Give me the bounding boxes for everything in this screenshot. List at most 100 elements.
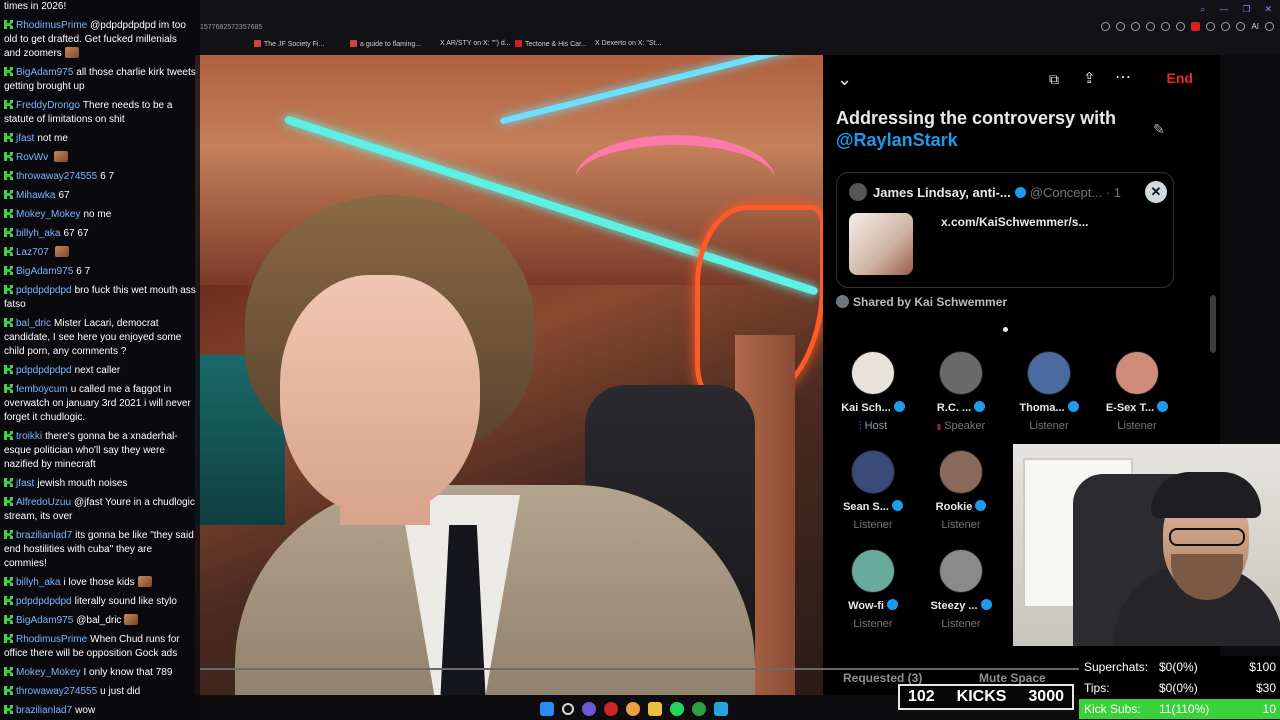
- bookmark-3[interactable]: Tectone & His Car...: [515, 40, 587, 52]
- mention-link[interactable]: @RaylanStark: [836, 129, 1156, 151]
- chrome-icon[interactable]: [626, 702, 640, 716]
- maximize-icon[interactable]: ❐: [1242, 4, 1250, 15]
- chat-username[interactable]: Mokey_Mokey: [16, 209, 80, 220]
- emote-icon: [124, 614, 139, 625]
- chat-username[interactable]: BigAdam975: [16, 67, 73, 78]
- menu-icon[interactable]: [1265, 22, 1274, 31]
- chat-username[interactable]: brazilianlad7: [16, 530, 72, 541]
- share-icon[interactable]: ⇪: [1083, 69, 1096, 87]
- spotify-icon[interactable]: [670, 702, 684, 716]
- pinned-post-card[interactable]: James Lindsay, anti-... @Concept... · 1 x…: [836, 172, 1174, 288]
- dock-icon[interactable]: ⧉: [1049, 71, 1059, 88]
- participant[interactable]: Thoma... Listener: [1004, 351, 1094, 432]
- folder-icon[interactable]: [648, 702, 662, 716]
- chat-username[interactable]: RhodimusPrime: [16, 20, 87, 31]
- video-progress-bar[interactable]: [200, 668, 1080, 670]
- chat-message: bal_dric Mister Lacari, democrat candidat…: [4, 317, 196, 359]
- close-icon[interactable]: ✕: [1145, 181, 1167, 203]
- avatar: [939, 450, 983, 494]
- requested-button[interactable]: Requested (3): [843, 671, 922, 685]
- chat-username[interactable]: Mokey_Mokey: [16, 667, 80, 678]
- xbox-icon[interactable]: [692, 702, 706, 716]
- edit-icon[interactable]: ✎: [1153, 121, 1165, 138]
- chevron-down-icon[interactable]: ⌄: [837, 69, 852, 90]
- browser-toolbar: 1577682572357685 The JF Society Fi... a …: [200, 0, 1280, 55]
- extension-icon[interactable]: [1176, 22, 1186, 31]
- bookmark-2[interactable]: X AR/STY on X: "") d...: [440, 40, 511, 52]
- chat-username[interactable]: RovWv: [16, 152, 48, 163]
- extension-icon[interactable]: [1236, 22, 1246, 31]
- extension-icons: AI: [1101, 22, 1274, 34]
- participant[interactable]: Rookie Listener: [916, 450, 1006, 531]
- participant[interactable]: E-Sex T... Listener: [1092, 351, 1182, 432]
- participant[interactable]: Steezy ... Listener: [916, 549, 1006, 630]
- chat-message: jfast not me: [4, 132, 196, 146]
- participant[interactable]: Sean S... Listener: [828, 450, 918, 531]
- minimize-icon[interactable]: —: [1219, 4, 1228, 15]
- chat-username[interactable]: pdpdpdpdpd: [16, 596, 72, 607]
- close-icon[interactable]: ✕: [1264, 4, 1272, 15]
- windows-start-icon[interactable]: [540, 702, 554, 716]
- extension-icon[interactable]: [1161, 22, 1171, 31]
- extension-icon[interactable]: [1191, 22, 1201, 31]
- chat-message: brazilianlad7 wow: [4, 704, 196, 718]
- participant[interactable]: R.C. ... Speaker: [916, 351, 1006, 432]
- chat-username[interactable]: billyh_aka: [16, 577, 60, 588]
- telegram-icon[interactable]: [714, 702, 728, 716]
- post-thumbnail[interactable]: [849, 213, 913, 275]
- search-icon[interactable]: ⌕: [1200, 4, 1205, 15]
- chat-username[interactable]: throwaway274555: [16, 171, 97, 182]
- chat-username[interactable]: throwaway274555: [16, 686, 97, 697]
- address-bar[interactable]: 1577682572357685: [200, 24, 262, 31]
- chat-username[interactable]: Mihawka: [16, 190, 55, 201]
- ai-button[interactable]: AI: [1251, 22, 1259, 31]
- heart-icon[interactable]: [1221, 22, 1231, 31]
- kick-badge-icon: [4, 667, 13, 676]
- post-link[interactable]: x.com/KaiSchwemmer/s...: [941, 215, 1088, 229]
- search-icon[interactable]: [562, 703, 574, 715]
- chat-username[interactable]: BigAdam975: [16, 615, 73, 626]
- main-video: [195, 55, 827, 695]
- chat-username[interactable]: brazilianlad7: [16, 705, 72, 716]
- extension-icon[interactable]: [1206, 22, 1216, 31]
- end-space-button[interactable]: End: [1167, 70, 1193, 86]
- extension-icon[interactable]: [1116, 22, 1126, 31]
- chat-username[interactable]: jfast: [16, 478, 34, 489]
- webcam-feed: [1013, 444, 1280, 646]
- bookmark-4[interactable]: X Dexerto on X: "St...: [595, 40, 661, 52]
- chat-username[interactable]: Laz707: [16, 247, 49, 258]
- chat-text: times in 2026!: [4, 1, 67, 12]
- kick-badge-icon: [4, 209, 13, 218]
- chat-text: no me: [83, 209, 112, 220]
- verified-icon: [891, 500, 903, 511]
- extension-icon[interactable]: [1146, 22, 1156, 31]
- chat-username[interactable]: FreddyDrongo: [16, 100, 80, 111]
- chat-username[interactable]: AlfredoUzuu: [16, 497, 71, 508]
- kick-badge-icon: [4, 67, 13, 76]
- kick-badge-icon: [4, 615, 13, 624]
- participant[interactable]: Kai Sch... Host: [828, 351, 918, 433]
- chat-username[interactable]: pdpdpdpdpd: [16, 285, 72, 296]
- page-indicator: [1003, 327, 1008, 332]
- chat-username[interactable]: femboycum: [16, 384, 68, 395]
- zoom-icon[interactable]: [1101, 22, 1111, 31]
- participant[interactable]: Wow-fi Listener: [828, 549, 918, 630]
- chat-username[interactable]: pdpdpdpdpd: [16, 365, 72, 376]
- more-icon[interactable]: ⋯: [1115, 67, 1131, 87]
- chat-username[interactable]: RhodimusPrime: [16, 634, 87, 645]
- chat-username[interactable]: jfast: [16, 133, 34, 144]
- bookmark-1[interactable]: a guide to flaming...: [350, 40, 421, 52]
- browser-icon[interactable]: [604, 702, 618, 716]
- scrollbar[interactable]: [1210, 295, 1216, 353]
- chat-username[interactable]: BigAdam975: [16, 266, 73, 277]
- verified-icon: [975, 500, 987, 511]
- extension-icon[interactable]: [1131, 22, 1141, 31]
- chat-username[interactable]: troikki: [16, 431, 42, 442]
- chat-message: brazilianlad7 its gonna be like "they sai…: [4, 529, 196, 571]
- chat-message: Mokey_Mokey no me: [4, 208, 196, 222]
- discord-icon[interactable]: [582, 702, 596, 716]
- mute-space-button[interactable]: Mute Space: [979, 671, 1046, 685]
- bookmark-0[interactable]: The JF Society Fi...: [254, 40, 324, 52]
- chat-username[interactable]: bal_dric: [16, 318, 51, 329]
- chat-username[interactable]: billyh_aka: [16, 228, 60, 239]
